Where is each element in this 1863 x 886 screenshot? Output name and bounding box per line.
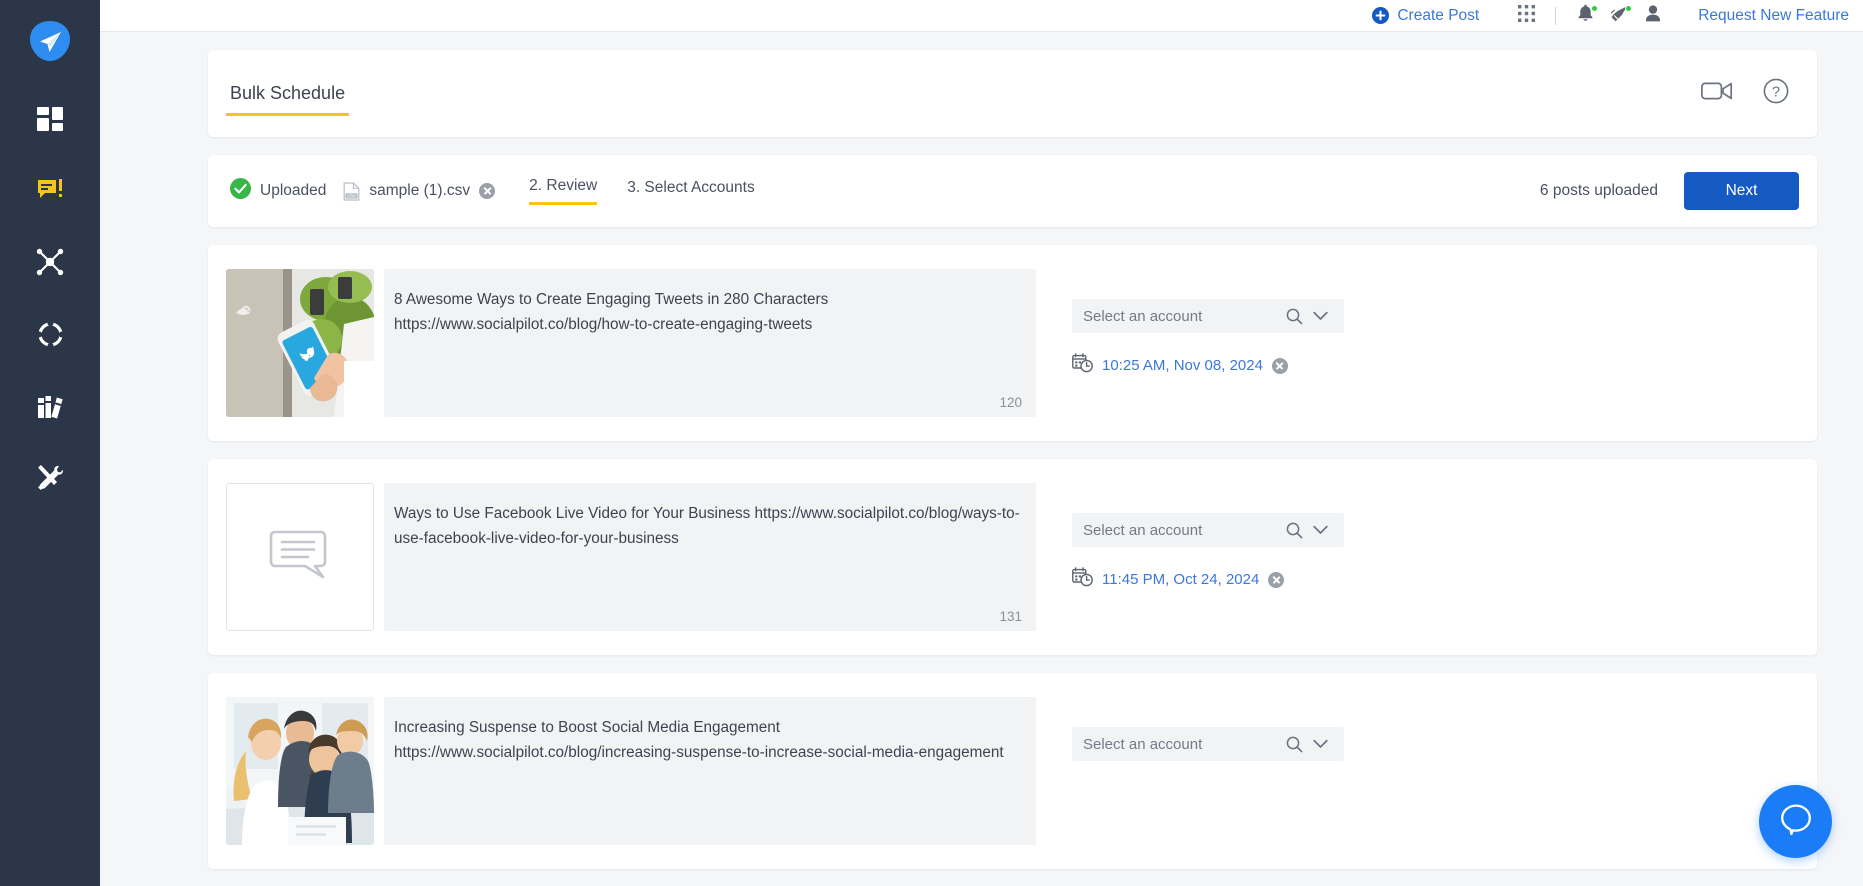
tools-icon bbox=[35, 463, 65, 493]
video-camera-icon bbox=[1701, 80, 1733, 107]
chevron-down-icon[interactable] bbox=[1307, 739, 1333, 749]
account-select[interactable]: Select an account bbox=[1072, 727, 1344, 761]
notifications-button[interactable] bbox=[1568, 0, 1602, 32]
target-icon bbox=[35, 319, 65, 349]
remove-schedule-button[interactable] bbox=[1271, 357, 1288, 374]
posts-uploaded-count: 6 posts uploaded bbox=[1539, 182, 1658, 199]
plus-circle-icon bbox=[1372, 7, 1390, 24]
post-settings: Select an account bbox=[1036, 269, 1799, 378]
post-content-box[interactable]: Ways to Use Facebook Live Video for Your… bbox=[384, 483, 1036, 631]
post-content-box[interactable]: 8 Awesome Ways to Create Engaging Tweets… bbox=[384, 269, 1036, 417]
uploaded-file-name: sample (1).csv bbox=[369, 182, 471, 199]
post-content-box[interactable]: Increasing Suspense to Boost Social Medi… bbox=[384, 697, 1036, 845]
step-select-accounts[interactable]: 3. Select Accounts bbox=[627, 179, 755, 204]
svg-text:?: ? bbox=[1772, 84, 1780, 100]
content-area: Bulk Schedule ? Uploaded CSV sample (1).… bbox=[100, 32, 1863, 886]
calendar-clock-icon[interactable] bbox=[1072, 353, 1093, 378]
account-select[interactable]: Select an account bbox=[1072, 299, 1344, 333]
tab-bulk-schedule[interactable]: Bulk Schedule bbox=[226, 83, 350, 116]
post-row: 8 Awesome Ways to Create Engaging Tweets… bbox=[208, 245, 1817, 441]
user-avatar-icon bbox=[1645, 4, 1661, 27]
search-icon[interactable] bbox=[1281, 308, 1307, 325]
sidebar-item-library[interactable] bbox=[22, 378, 78, 434]
sidebar bbox=[0, 0, 100, 886]
post-thumbnail-placeholder[interactable] bbox=[226, 483, 374, 631]
step-review[interactable]: 2. Review bbox=[529, 177, 598, 205]
network-icon bbox=[35, 247, 65, 277]
remove-schedule-button[interactable] bbox=[1268, 571, 1285, 588]
post-settings: Select an account bbox=[1036, 697, 1799, 761]
books-icon bbox=[36, 392, 65, 421]
main-column: Create Post Request New Feature Bulk Sch… bbox=[100, 0, 1863, 886]
sidebar-item-accounts[interactable] bbox=[22, 234, 78, 290]
account-select-placeholder: Select an account bbox=[1083, 735, 1203, 753]
create-post-button[interactable]: Create Post bbox=[1372, 7, 1479, 25]
posts-list: 8 Awesome Ways to Create Engaging Tweets… bbox=[208, 245, 1817, 869]
post-settings: Select an account bbox=[1036, 483, 1799, 592]
announcement-badge-dot bbox=[1625, 4, 1633, 12]
remove-file-button[interactable] bbox=[479, 183, 496, 199]
schedule-datetime[interactable]: 11:45 PM, Oct 24, 2024 bbox=[1102, 571, 1259, 588]
account-select-placeholder: Select an account bbox=[1083, 521, 1203, 539]
next-button[interactable]: Next bbox=[1684, 172, 1799, 210]
title-card-actions: ? bbox=[1701, 78, 1789, 109]
schedule-row: 11:45 PM, Oct 24, 2024 bbox=[1072, 567, 1799, 592]
post-thumbnail[interactable] bbox=[226, 697, 374, 845]
page-title-card: Bulk Schedule ? bbox=[208, 50, 1817, 137]
csv-file-icon: CSV bbox=[343, 181, 360, 201]
upload-steps-card: Uploaded CSV sample (1).csv 2. Review 3.… bbox=[208, 155, 1817, 227]
chevron-down-icon[interactable] bbox=[1307, 525, 1333, 535]
support-chat-button[interactable] bbox=[1759, 785, 1832, 858]
notification-badge-dot bbox=[1591, 4, 1599, 12]
post-text: Ways to Use Facebook Live Video for Your… bbox=[394, 505, 1020, 547]
steps-actions: 6 posts uploaded Next bbox=[1540, 172, 1799, 210]
post-thumbnail[interactable] bbox=[226, 269, 374, 417]
sidebar-item-discovery[interactable] bbox=[22, 306, 78, 362]
announcements-button[interactable] bbox=[1602, 0, 1636, 32]
search-icon[interactable] bbox=[1281, 522, 1307, 539]
content-icon bbox=[36, 176, 65, 205]
apps-grid-icon bbox=[1517, 4, 1535, 27]
chat-bubble-icon bbox=[1779, 802, 1813, 841]
user-profile-button[interactable] bbox=[1636, 0, 1670, 32]
sidebar-item-dashboard[interactable] bbox=[22, 90, 78, 146]
sidebar-item-tools[interactable] bbox=[22, 450, 78, 506]
post-text: Increasing Suspense to Boost Social Medi… bbox=[394, 719, 1004, 761]
help-button[interactable]: ? bbox=[1763, 78, 1789, 109]
schedule-datetime[interactable]: 10:25 AM, Nov 08, 2024 bbox=[1102, 357, 1263, 374]
sidebar-item-content[interactable] bbox=[22, 162, 78, 218]
top-header: Create Post Request New Feature bbox=[100, 0, 1863, 32]
request-new-feature-link[interactable]: Request New Feature bbox=[1698, 7, 1849, 25]
chevron-down-icon[interactable] bbox=[1307, 311, 1333, 321]
account-select-placeholder: Select an account bbox=[1083, 307, 1203, 325]
header-divider bbox=[1555, 6, 1557, 25]
character-count: 120 bbox=[999, 395, 1022, 410]
help-circle-icon: ? bbox=[1763, 78, 1789, 109]
post-text: 8 Awesome Ways to Create Engaging Tweets… bbox=[394, 291, 829, 333]
calendar-clock-icon[interactable] bbox=[1072, 567, 1093, 592]
dashboard-icon bbox=[36, 104, 65, 133]
account-select[interactable]: Select an account bbox=[1072, 513, 1344, 547]
svg-text:CSV: CSV bbox=[348, 193, 357, 198]
step-uploaded: Uploaded CSV sample (1).csv bbox=[230, 178, 496, 204]
post-row: Ways to Use Facebook Live Video for Your… bbox=[208, 459, 1817, 655]
uploaded-label: Uploaded bbox=[260, 182, 327, 199]
app-root: Create Post Request New Feature Bulk Sch… bbox=[0, 0, 1863, 886]
create-post-label: Create Post bbox=[1397, 6, 1480, 24]
paper-plane-logo[interactable] bbox=[27, 18, 73, 64]
post-row: Increasing Suspense to Boost Social Medi… bbox=[208, 673, 1817, 869]
check-circle-icon bbox=[230, 178, 251, 204]
character-count: 131 bbox=[999, 609, 1022, 624]
speech-bubble-icon bbox=[269, 524, 331, 591]
search-icon[interactable] bbox=[1281, 736, 1307, 753]
schedule-row: 10:25 AM, Nov 08, 2024 bbox=[1072, 353, 1799, 378]
apps-grid-button[interactable] bbox=[1509, 0, 1543, 32]
video-tutorial-button[interactable] bbox=[1701, 80, 1733, 107]
